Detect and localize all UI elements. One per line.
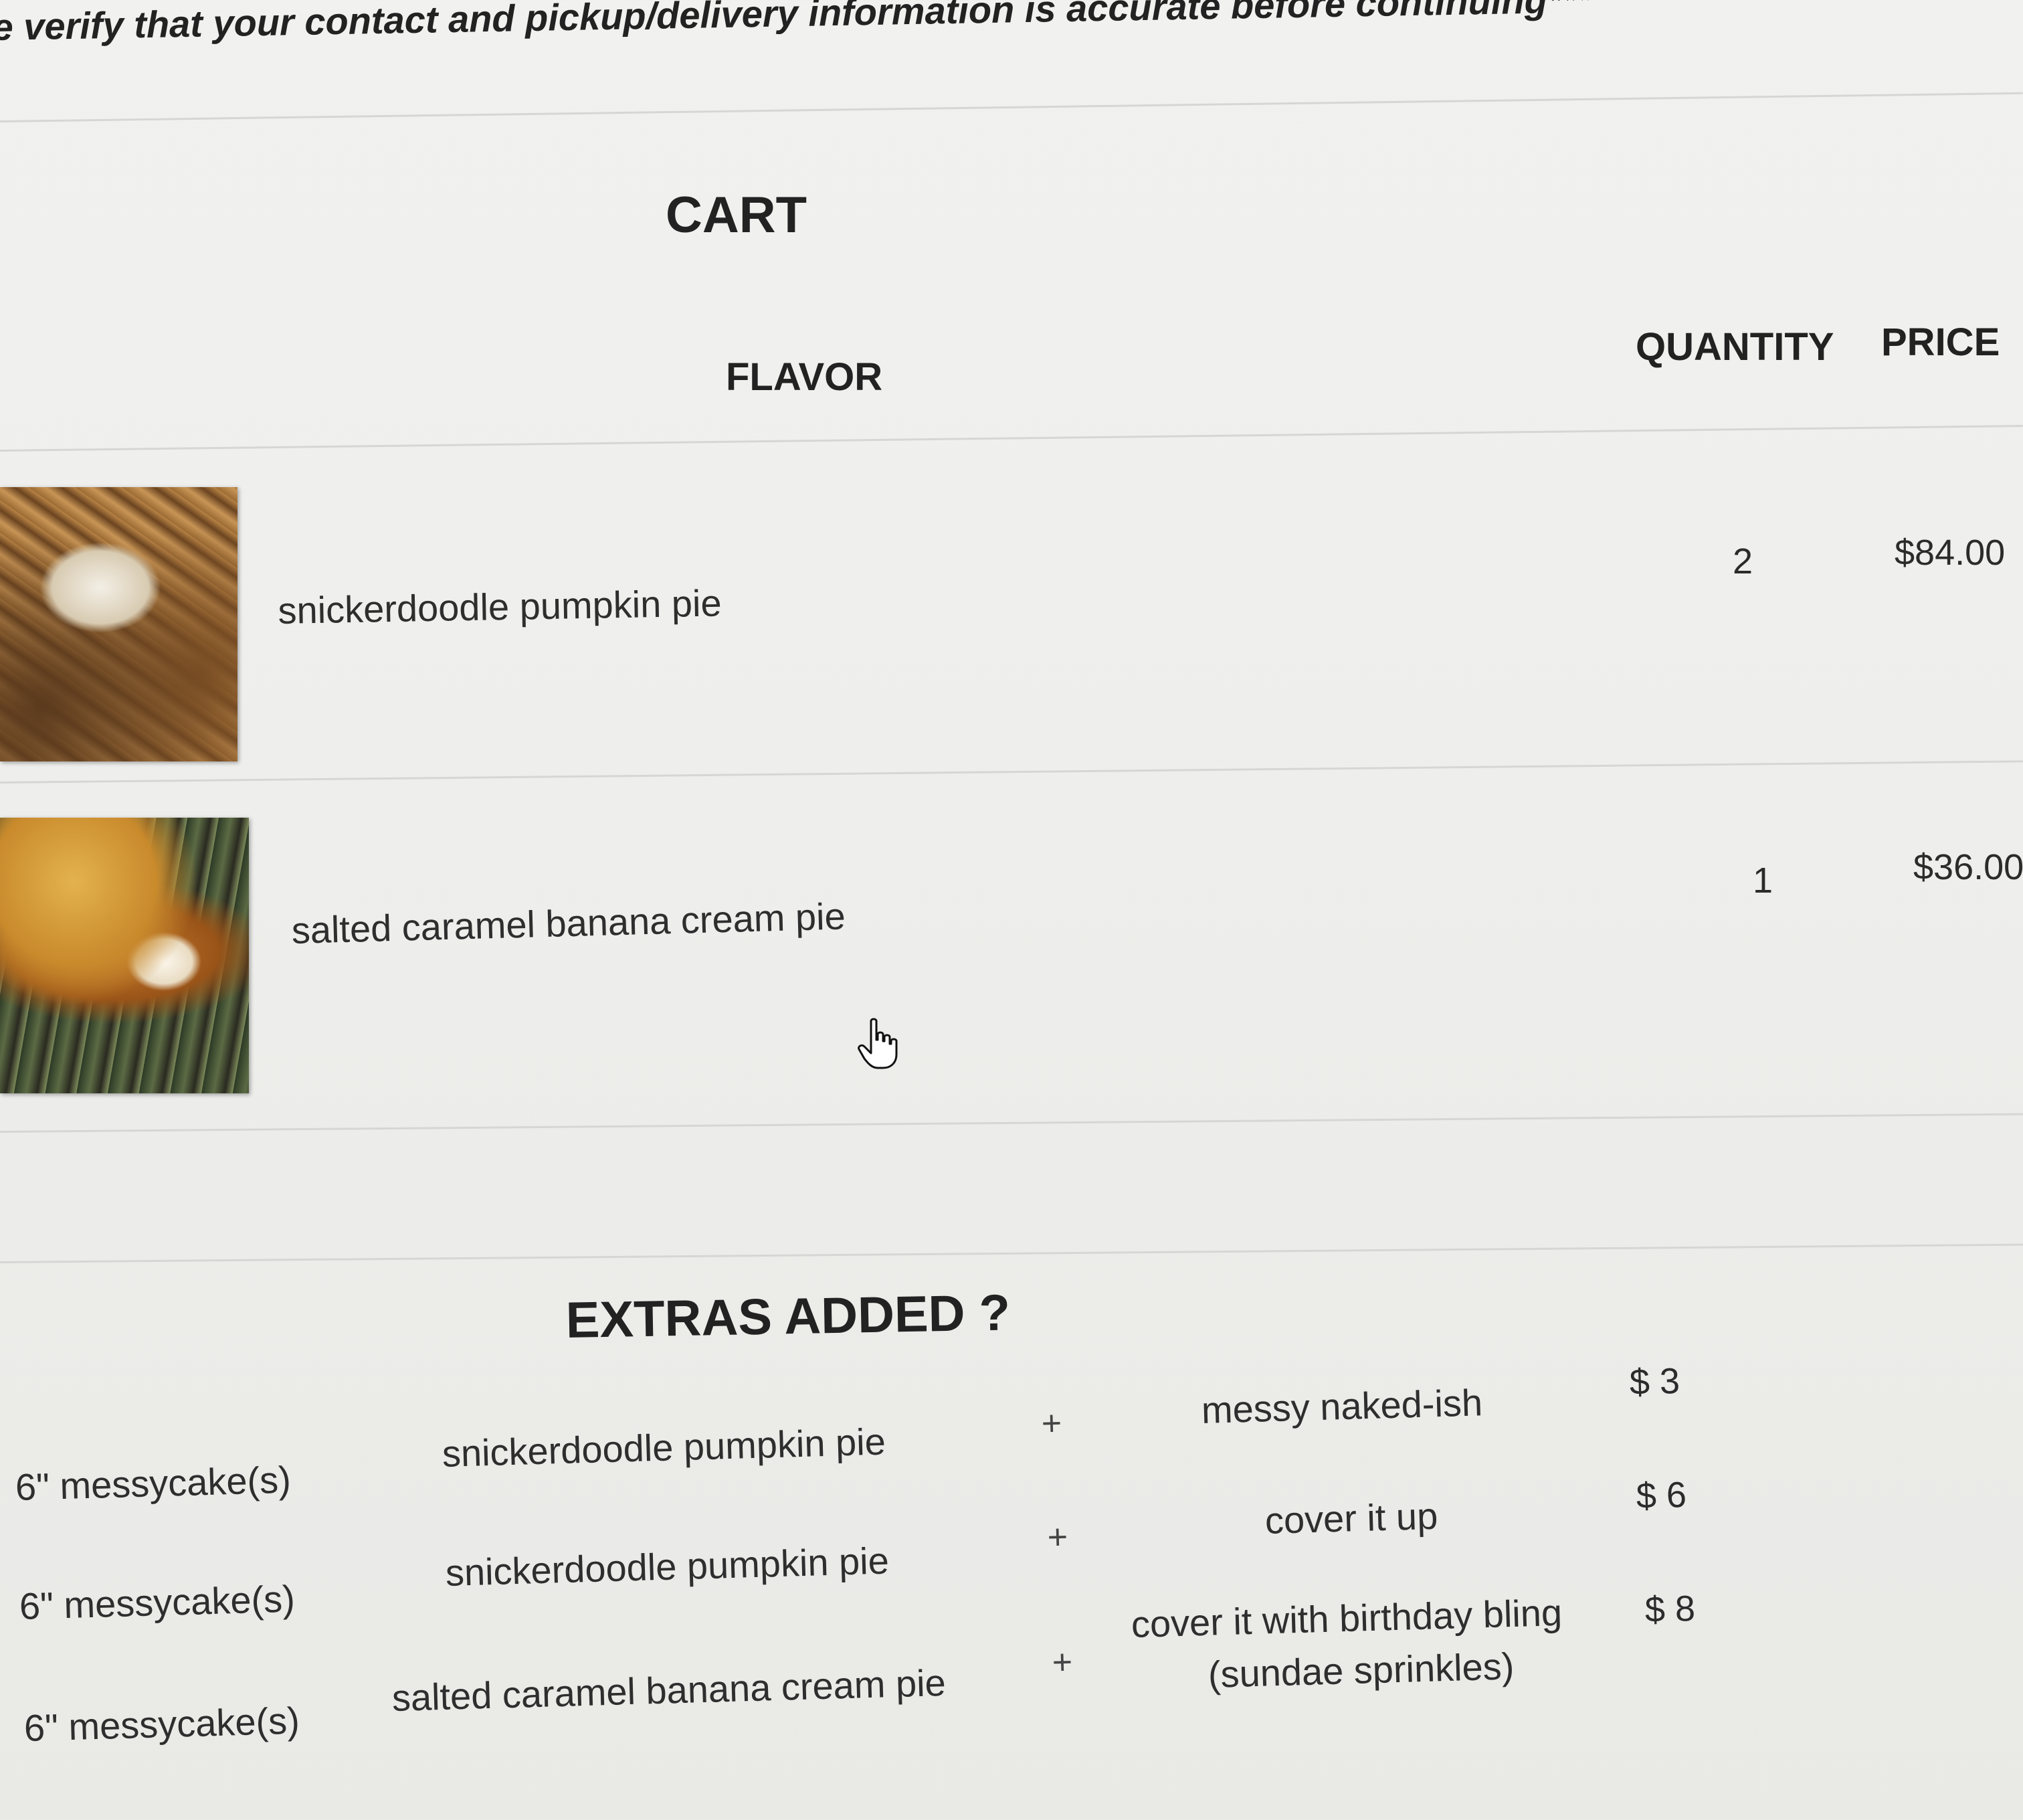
extra-price: $ 3	[1629, 1360, 1680, 1402]
column-header-price: PRICE	[1881, 321, 2000, 364]
extras-divider	[0, 1243, 2023, 1263]
plus-sign: +	[1041, 1404, 1063, 1443]
plus-sign: +	[1047, 1518, 1069, 1557]
extra-price: $ 6	[1636, 1474, 1687, 1516]
extra-option-line2: (sundae sprinkles)	[1208, 1645, 1515, 1696]
plus-sign: +	[1052, 1643, 1074, 1682]
extra-flavor: salted caramel banana cream pie	[391, 1661, 947, 1719]
hand-pointer-icon	[858, 1018, 898, 1069]
header-divider	[0, 425, 2023, 452]
extra-flavor: snickerdoodle pumpkin pie	[442, 1420, 886, 1475]
top-divider	[0, 92, 2023, 122]
extra-option: cover it up	[1264, 1494, 1439, 1542]
cart-title: CART	[666, 187, 807, 244]
pie-thumbnail[interactable]	[0, 487, 237, 761]
pie-thumbnail[interactable]	[0, 818, 249, 1093]
column-header-flavor: FLAVOR	[726, 355, 883, 399]
extra-size: 6" messycake(s)	[15, 1458, 292, 1508]
extra-size: 6" messycake(s)	[19, 1577, 296, 1627]
item-price: $84.00	[1895, 533, 2006, 573]
extra-price: $ 8	[1644, 1588, 1696, 1630]
item-flavor-name: snickerdoodle pumpkin pie	[278, 581, 722, 632]
item-quantity: 2	[1733, 541, 1753, 581]
extras-title: EXTRAS ADDED ?	[565, 1284, 1011, 1349]
extra-size: 6" messycake(s)	[23, 1699, 300, 1749]
item-quantity: 1	[1753, 860, 1773, 901]
column-header-quantity: QUANTITY	[1636, 325, 1834, 369]
extra-flavor: snickerdoodle pumpkin pie	[445, 1539, 890, 1594]
item-flavor-name: salted caramel banana cream pie	[291, 895, 846, 951]
row-divider	[0, 1113, 2023, 1133]
extra-option: messy naked-ish	[1201, 1381, 1483, 1431]
extra-option-line1: cover it with birthday bling	[1131, 1591, 1563, 1645]
row-divider	[0, 760, 2023, 784]
item-price: $36.00	[1913, 847, 2023, 887]
contact-verification-notice: e verify that your contact and pickup/de…	[0, 0, 1592, 48]
